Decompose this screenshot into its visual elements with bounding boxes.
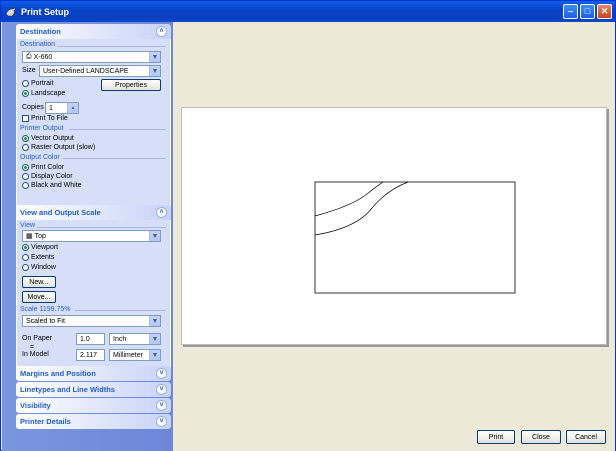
print-color-radio[interactable]: Print Color [22, 164, 64, 171]
print-setup-window: Print Setup – □ ✕ Destination ˄ Destinat… [0, 0, 616, 451]
vector-output-radio[interactable]: Vector Output [22, 135, 74, 142]
view-select[interactable]: ▦ Top ▼ [22, 230, 161, 242]
linetypes-panel-header[interactable]: Linetypes and Line Widths ˅ [16, 382, 171, 397]
in-model-input[interactable]: 2.117 [76, 349, 105, 361]
on-paper-input[interactable]: 1.0 [76, 333, 105, 345]
maximize-icon[interactable]: □ [580, 4, 595, 19]
close-button[interactable]: Close [521, 430, 561, 444]
expand-chevron-icon[interactable]: ˅ [156, 416, 167, 427]
printer-icon: ⎙ [26, 53, 32, 60]
collapse-chevron-icon[interactable]: ˄ [156, 26, 167, 37]
paper-preview [181, 107, 607, 345]
chevron-down-icon: ▼ [149, 316, 160, 326]
properties-button[interactable]: Properties [101, 79, 161, 91]
size-select[interactable]: User-Defined LANDSCAPE ▼ [39, 65, 161, 77]
view-group-label: View [20, 222, 36, 229]
minimize-icon[interactable]: – [563, 4, 578, 19]
new-button[interactable]: New... [22, 276, 56, 288]
collapse-chevron-icon[interactable]: ˄ [156, 207, 167, 218]
view-scale-header[interactable]: View and Output Scale ˄ [16, 205, 171, 220]
landscape-radio[interactable]: Landscape [22, 90, 65, 97]
chevron-down-icon: ▼ [149, 66, 160, 76]
destination-panel: Destination ˄ Destination ⎙ X-660 ▼ Size… [16, 24, 171, 225]
portrait-radio[interactable]: Portrait [22, 80, 54, 87]
printer-details-panel-header[interactable]: Printer Details ˅ [16, 414, 171, 429]
print-button[interactable]: Print [477, 430, 515, 444]
viewport-grid-icon: ▦ [26, 233, 33, 240]
title-bar[interactable]: Print Setup – □ ✕ [1, 1, 615, 22]
expand-chevron-icon[interactable]: ˅ [156, 368, 167, 379]
print-area-rect [314, 181, 516, 294]
printer-select[interactable]: ⎙ X-660 ▼ [22, 51, 161, 63]
preview-drawing [314, 181, 516, 294]
in-model-label: In Model [22, 351, 49, 358]
chevron-down-icon: ▼ [149, 334, 160, 344]
in-model-unit-select[interactable]: Millimeter ▼ [109, 349, 161, 361]
print-preview-area: Print Close Cancel [173, 22, 615, 451]
curve-1 [314, 181, 384, 217]
window-radio[interactable]: Window [22, 264, 56, 271]
printer-output-label: Printer Output [20, 125, 64, 132]
expand-chevron-icon[interactable]: ˅ [156, 400, 167, 411]
destination-header[interactable]: Destination ˄ [16, 24, 171, 39]
scale-select[interactable]: Scaled to Fit ▼ [22, 315, 161, 327]
on-paper-unit-select[interactable]: Inch ▼ [109, 333, 161, 345]
expand-chevron-icon[interactable]: ˅ [156, 384, 167, 395]
output-color-label: Output Color [20, 154, 60, 161]
curve-2 [314, 181, 409, 236]
scale-label: Scale 1199.75% [20, 306, 71, 313]
chevron-down-icon: ▼ [149, 52, 160, 62]
copies-label: Copies [22, 104, 44, 111]
close-icon[interactable]: ✕ [597, 4, 612, 19]
display-color-radio[interactable]: Display Color [22, 173, 73, 180]
equals-sign: = [30, 344, 35, 351]
settings-sidebar: Destination ˄ Destination ⎙ X-660 ▼ Size… [2, 22, 173, 451]
copies-stepper[interactable]: 1 ▲ [45, 102, 79, 114]
view-scale-panel: View and Output Scale ˄ View ▦ Top ▼ Vie… [16, 205, 171, 378]
extents-radio[interactable]: Extents [22, 254, 54, 261]
visibility-panel-header[interactable]: Visibility ˅ [16, 398, 171, 413]
spinner-icon[interactable]: ▲ [67, 103, 78, 113]
move-button[interactable]: Move... [22, 291, 56, 303]
print-to-file-checkbox[interactable]: Print To File [22, 115, 68, 122]
rhino-app-icon [5, 6, 17, 18]
black-white-radio[interactable]: Black and White [22, 182, 82, 189]
chevron-down-icon: ▼ [149, 350, 160, 360]
margins-panel-header[interactable]: Margins and Position ˅ [16, 366, 171, 381]
raster-output-radio[interactable]: Raster Output (slow) [22, 144, 95, 151]
destination-group-label: Destination [20, 41, 56, 48]
on-paper-label: On Paper [22, 335, 52, 342]
size-label: Size [22, 67, 36, 74]
viewport-radio[interactable]: Viewport [22, 244, 58, 251]
cancel-button[interactable]: Cancel [566, 430, 606, 444]
chevron-down-icon: ▼ [149, 231, 160, 241]
window-title: Print Setup [21, 6, 70, 17]
